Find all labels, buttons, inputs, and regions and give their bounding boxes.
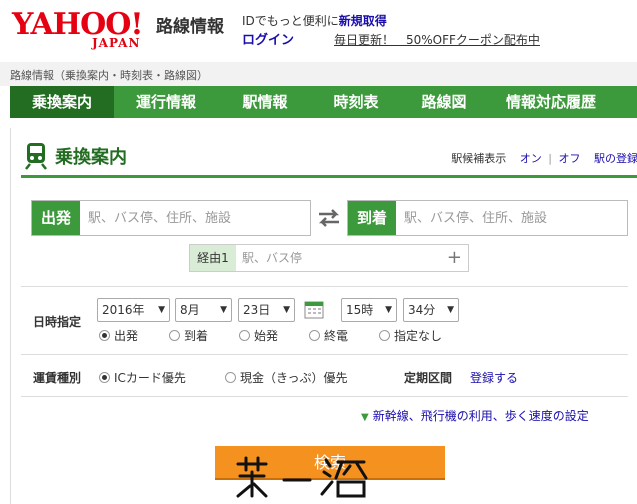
service-name[interactable]: 路線情報 — [156, 12, 224, 37]
radio-dot — [99, 330, 110, 341]
tab-station-info[interactable]: 駅情報 — [218, 86, 312, 118]
to-field: 到着 — [347, 200, 628, 236]
radio-last-train[interactable]: 終電 — [309, 327, 348, 344]
station-hint-options: 駅候補表示 オン | オフ 駅の登録 — [451, 150, 637, 166]
station-register-link[interactable]: 駅の登録 — [594, 152, 637, 165]
radio-label: 終電 — [324, 329, 349, 343]
chevron-down-icon: ▼ — [385, 305, 392, 315]
commuter-pass-label: 定期区間 — [404, 371, 453, 385]
calendar-icon[interactable] — [303, 298, 325, 320]
swap-icon[interactable] — [316, 206, 342, 230]
to-label: 到着 — [348, 201, 396, 235]
tab-transfer[interactable]: 乗換案内 — [10, 86, 114, 118]
station-hint-label: 駅候補表示 — [451, 152, 507, 165]
from-field: 出発 — [31, 200, 311, 236]
year-select[interactable]: 2016年 ▼ — [97, 298, 170, 322]
hour-value: 15時 — [346, 303, 374, 317]
yahoo-japan-logo[interactable]: YAHOO! JAPAN — [12, 8, 152, 52]
tab-service-status[interactable]: 運行情報 — [114, 86, 218, 118]
train-icon — [25, 143, 47, 170]
via-input[interactable] — [236, 245, 436, 271]
divider — [21, 396, 628, 397]
radio-no-time[interactable]: 指定なし — [379, 327, 442, 344]
radio-dot — [379, 330, 390, 341]
tab-timetable[interactable]: 時刻表 — [312, 86, 400, 118]
minute-select[interactable]: 34分 ▼ — [403, 298, 459, 322]
add-via-icon[interactable]: + — [447, 248, 462, 268]
transfer-panel: 乗換案内 駅候補表示 オン | オフ 駅の登録 出発 到着 経由1 + 日時指定… — [10, 128, 637, 504]
coupon-promo-link[interactable]: 毎日更新！ 50%OFFクーポン配布中 — [334, 31, 540, 48]
station-hint-off[interactable]: オフ — [559, 152, 581, 165]
station-hint-sep: | — [548, 152, 552, 165]
to-input[interactable] — [396, 201, 625, 235]
site-header: YAHOO! JAPAN 路線情報 IDでもっと便利に新規取得 ログイン 毎日更… — [0, 0, 637, 62]
divider — [21, 286, 628, 287]
month-value: 8月 — [180, 303, 200, 317]
datetime-label: 日時指定 — [33, 315, 82, 329]
hour-select[interactable]: 15時 ▼ — [341, 298, 397, 322]
triangle-down-icon: ▼ — [361, 412, 369, 423]
radio-dot — [239, 330, 250, 341]
radio-dot — [99, 372, 110, 383]
id-prompt-text: IDでもっと便利に — [242, 14, 339, 28]
breadcrumb: 路線情報（乗換案内・時刻表・路線図） — [0, 62, 637, 86]
advanced-settings-text: 新幹線、飛行機の利用、歩く速度の設定 — [372, 409, 589, 423]
radio-dot — [169, 330, 180, 341]
logo-sub-text: JAPAN — [92, 36, 141, 50]
from-label: 出発 — [32, 201, 80, 235]
via-field: 経由1 + — [189, 244, 469, 272]
radio-cash[interactable]: 現金（きっぷ）優先 — [225, 369, 348, 386]
day-select[interactable]: 23日 ▼ — [238, 298, 295, 322]
radio-ic-card[interactable]: ICカード優先 — [99, 369, 186, 386]
month-select[interactable]: 8月 ▼ — [175, 298, 232, 322]
radio-label: 到着 — [184, 329, 209, 343]
radio-dot — [309, 330, 320, 341]
fare-type-label: 運賃種別 — [33, 371, 82, 385]
chevron-down-icon: ▼ — [283, 305, 290, 315]
tab-route-map[interactable]: 路線図 — [400, 86, 488, 118]
register-link[interactable]: 新規取得 — [339, 14, 387, 28]
radio-label: ICカード優先 — [114, 371, 186, 385]
minute-value: 34分 — [408, 303, 436, 317]
commuter-pass-register-link[interactable]: 登録する — [470, 369, 518, 386]
radio-departure[interactable]: 出発 — [99, 327, 138, 344]
radio-dot — [225, 372, 236, 383]
chevron-down-icon: ▼ — [158, 305, 165, 315]
login-link[interactable]: ログイン — [242, 29, 294, 48]
handwritten-signature — [236, 456, 368, 498]
radio-first-train[interactable]: 始発 — [239, 327, 278, 344]
chevron-down-icon: ▼ — [447, 305, 454, 315]
from-input[interactable] — [80, 201, 308, 235]
main-nav: 乗換案内 運行情報 駅情報 時刻表 路線図 情報対応履歴 — [10, 86, 637, 118]
id-prompt: IDでもっと便利に新規取得 — [242, 12, 387, 29]
chevron-down-icon: ▼ — [220, 305, 227, 315]
radio-label: 指定なし — [394, 329, 443, 343]
advanced-settings-link[interactable]: ▼ 新幹線、飛行機の利用、歩く速度の設定 — [361, 407, 589, 424]
station-hint-on[interactable]: オン — [520, 152, 542, 165]
divider — [21, 354, 628, 355]
radio-label: 現金（きっぷ）優先 — [240, 371, 348, 385]
tab-info-history[interactable]: 情報対応履歴 — [488, 86, 614, 118]
panel-header: 乗換案内 駅候補表示 オン | オフ 駅の登録 — [21, 134, 637, 178]
radio-arrival[interactable]: 到着 — [169, 327, 208, 344]
year-value: 2016年 — [102, 303, 145, 317]
via-label: 経由1 — [190, 245, 236, 271]
radio-label: 始発 — [254, 329, 279, 343]
day-value: 23日 — [243, 303, 271, 317]
radio-label: 出発 — [114, 329, 139, 343]
panel-title: 乗換案内 — [55, 147, 127, 168]
